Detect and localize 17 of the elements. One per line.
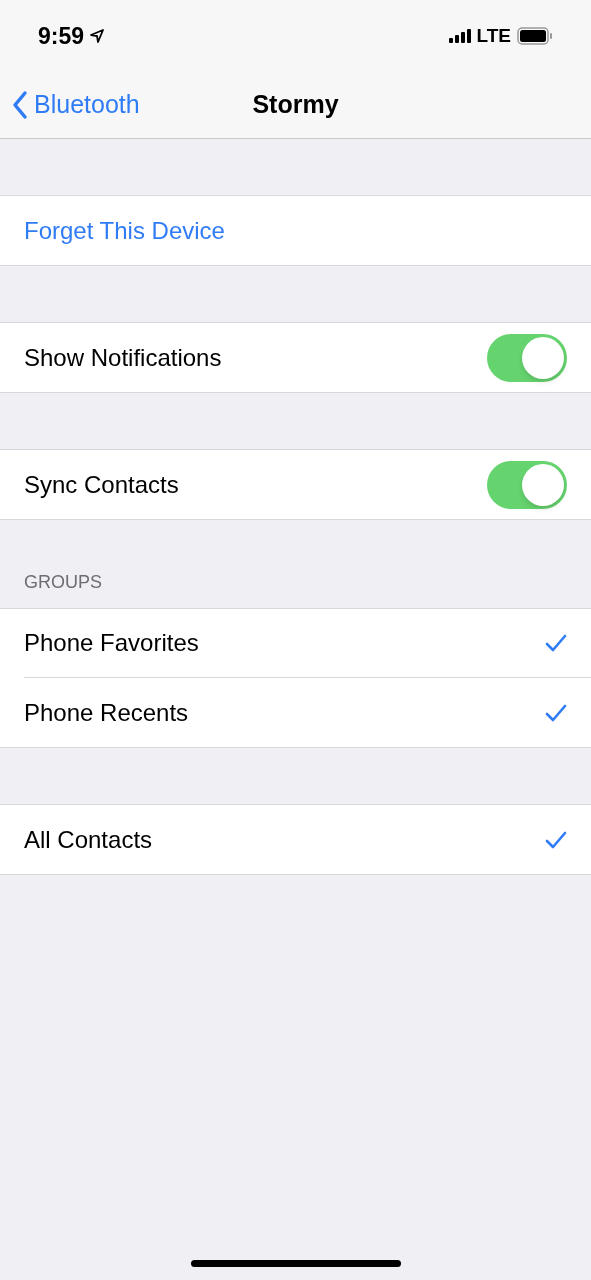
signal-icon bbox=[448, 29, 471, 43]
row-label: Forget This Device bbox=[24, 215, 225, 246]
section-header: GROUPS bbox=[24, 571, 102, 594]
chevron-left-icon bbox=[12, 89, 28, 120]
row-label: All Contacts bbox=[24, 824, 153, 855]
toggle-switch[interactable] bbox=[487, 460, 567, 509]
network-label: LTE bbox=[476, 23, 511, 48]
row-label: Phone Recents bbox=[24, 697, 189, 728]
row-label: Phone Favorites bbox=[24, 628, 199, 658]
battery-icon bbox=[517, 27, 553, 45]
row-label: Sync Contacts bbox=[24, 469, 179, 500]
row-label: Show Notifications bbox=[24, 342, 222, 373]
location-arrow-icon bbox=[90, 29, 105, 43]
status-time: 9:59 bbox=[38, 21, 85, 51]
back-button[interactable]: Bluetooth bbox=[12, 86, 140, 124]
page-title: Stormy bbox=[252, 89, 339, 121]
toggle-switch[interactable] bbox=[487, 333, 567, 382]
